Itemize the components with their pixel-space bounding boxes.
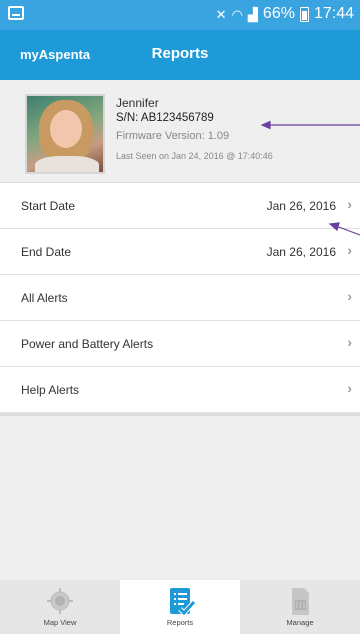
row-label: End Date bbox=[21, 245, 72, 259]
chevron-right-icon: › bbox=[347, 334, 352, 350]
row-label: Help Alerts bbox=[21, 383, 80, 397]
clock: 17:44 bbox=[313, 5, 354, 22]
chevron-right-icon: › bbox=[347, 288, 352, 304]
wifi-icon: ◠ bbox=[231, 6, 243, 22]
tab-label: Reports bbox=[166, 618, 194, 627]
last-seen: Last Seen on Jan 24, 2016 @ 17:40:46 bbox=[116, 151, 273, 161]
chevron-right-icon: › bbox=[347, 380, 352, 396]
row-label: Power and Battery Alerts bbox=[21, 337, 154, 351]
firmware-version: Firmware Version: 1.09 bbox=[116, 130, 230, 142]
chevron-right-icon: › bbox=[347, 196, 352, 212]
start-date-row[interactable]: Start Date Jan 26, 2016 › bbox=[0, 183, 360, 229]
row-value: Jan 26, 2016 bbox=[266, 245, 336, 259]
help-alerts-row[interactable]: Help Alerts › bbox=[0, 367, 360, 413]
tab-label: Map View bbox=[43, 618, 77, 627]
signal-icon: ▟ bbox=[247, 6, 258, 22]
list-divider bbox=[0, 413, 360, 416]
status-bar: ✕ ◠ ▟ 66% 17:44 bbox=[0, 0, 360, 30]
all-alerts-row[interactable]: All Alerts › bbox=[0, 275, 360, 321]
row-value: Jan 26, 2016 bbox=[266, 199, 336, 213]
report-options-list: Start Date Jan 26, 2016 › End Date Jan 2… bbox=[0, 183, 360, 416]
end-date-row[interactable]: End Date Jan 26, 2016 › bbox=[0, 229, 360, 275]
serial-number: S/N: AB123456789 bbox=[116, 112, 214, 124]
page-title: Reports bbox=[151, 45, 209, 62]
tab-reports[interactable]: Reports bbox=[120, 580, 240, 634]
mute-icon: ✕ bbox=[215, 6, 227, 22]
avatar bbox=[25, 94, 105, 174]
bottom-tab-bar: Map View Reports Manage bbox=[0, 580, 360, 634]
profile-name: Jennifer bbox=[116, 96, 159, 110]
battery-percent: 66% bbox=[262, 5, 295, 22]
power-battery-alerts-row[interactable]: Power and Battery Alerts › bbox=[0, 321, 360, 367]
tab-map-view[interactable]: Map View bbox=[0, 580, 120, 634]
app-bar: myAspenta Reports bbox=[0, 30, 360, 80]
device-profile: Jennifer S/N: AB123456789 Firmware Versi… bbox=[0, 80, 360, 183]
tab-label: Manage bbox=[286, 618, 314, 627]
status-icons: ✕ ◠ ▟ 66% 17:44 bbox=[216, 5, 354, 23]
device-card-icon bbox=[292, 588, 309, 615]
chevron-right-icon: › bbox=[347, 242, 352, 258]
gallery-notification-icon bbox=[8, 6, 24, 20]
tab-manage[interactable]: Manage bbox=[240, 580, 360, 634]
location-crosshair-icon bbox=[47, 588, 73, 614]
report-checklist-icon bbox=[170, 588, 196, 617]
row-label: All Alerts bbox=[21, 291, 68, 305]
battery-icon bbox=[299, 6, 309, 22]
row-label: Start Date bbox=[21, 199, 76, 213]
